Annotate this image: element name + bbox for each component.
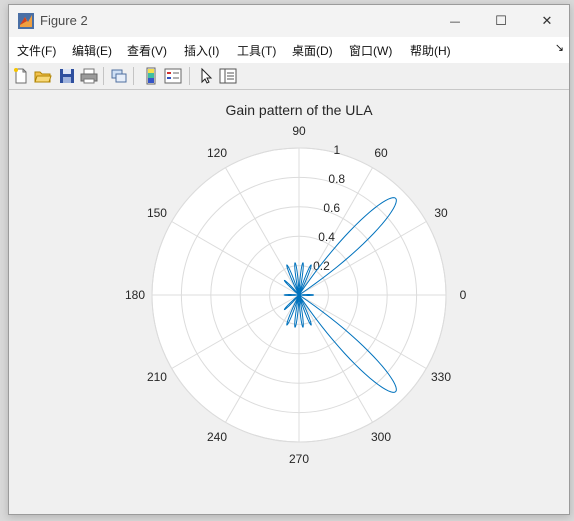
link-icon[interactable] — [110, 67, 128, 85]
menu-file[interactable]: 文件(F) — [17, 42, 56, 59]
toolbar-separator — [189, 67, 190, 85]
minimize-icon: — — [449, 14, 461, 28]
open-file-icon[interactable] — [34, 67, 52, 85]
figure-window: Figure 2 — ☐ ✕ 文件(F) 编辑(E) 查看(V) 插入(I) 工… — [8, 4, 570, 515]
theta-tick-label: 300 — [371, 430, 391, 444]
menu-bar: 文件(F) 编辑(E) 查看(V) 插入(I) 工具(T) 桌面(D) 窗口(W… — [9, 37, 569, 63]
figure-toolbar — [9, 63, 569, 90]
figure-canvas[interactable]: Gain pattern of the ULA 0 30 60 90 120 150 180… — [9, 90, 569, 514]
theta-tick-label: 330 — [431, 370, 451, 384]
menu-insert[interactable]: 插入(I) — [184, 42, 219, 59]
maximize-icon: ☐ — [495, 13, 507, 29]
theta-tick-label: 90 — [292, 124, 306, 138]
close-icon: ✕ — [541, 13, 553, 29]
menu-overflow-icon[interactable]: ↘ — [555, 41, 564, 54]
theta-tick-label: 240 — [207, 430, 227, 444]
menu-edit[interactable]: 编辑(E) — [72, 42, 112, 59]
r-tick-label: 1 — [334, 143, 341, 157]
r-tick-label: 0.8 — [328, 172, 345, 186]
colorbar-icon[interactable] — [142, 67, 160, 85]
polar-axes[interactable]: Gain pattern of the ULA 0 30 60 90 120 150 180… — [9, 90, 569, 514]
menu-tools[interactable]: 工具(T) — [237, 42, 276, 59]
theta-tick-label: 120 — [207, 146, 227, 160]
menu-window[interactable]: 窗口(W) — [349, 42, 392, 59]
r-tick-label: 0.6 — [323, 201, 340, 215]
close-button[interactable]: ✕ — [524, 5, 570, 37]
theta-tick-label: 150 — [147, 206, 167, 220]
print-icon[interactable] — [80, 67, 98, 85]
maximize-button[interactable]: ☐ — [478, 5, 524, 37]
legend-icon[interactable] — [164, 67, 182, 85]
theta-tick-label: 0 — [460, 288, 467, 302]
menu-view[interactable]: 查看(V) — [127, 42, 167, 59]
property-inspector-icon[interactable] — [219, 67, 237, 85]
pointer-icon[interactable] — [197, 67, 215, 85]
matlab-logo-icon — [18, 13, 34, 29]
toolbar-separator — [133, 67, 134, 85]
r-tick-label: 0.4 — [318, 230, 335, 244]
minimize-button[interactable]: — — [432, 5, 478, 37]
new-figure-icon[interactable] — [12, 67, 30, 85]
title-bar[interactable]: Figure 2 — ☐ ✕ — [9, 5, 569, 37]
theta-tick-label: 60 — [374, 146, 388, 160]
menu-help[interactable]: 帮助(H) — [410, 42, 451, 59]
chart-title: Gain pattern of the ULA — [225, 102, 373, 118]
window-title: Figure 2 — [40, 13, 88, 28]
menu-desktop[interactable]: 桌面(D) — [292, 42, 333, 59]
theta-tick-label: 270 — [289, 452, 309, 466]
theta-tick-label: 180 — [125, 288, 145, 302]
toolbar-separator — [103, 67, 104, 85]
theta-tick-label: 30 — [434, 206, 448, 220]
theta-tick-label: 210 — [147, 370, 167, 384]
save-icon[interactable] — [58, 67, 76, 85]
